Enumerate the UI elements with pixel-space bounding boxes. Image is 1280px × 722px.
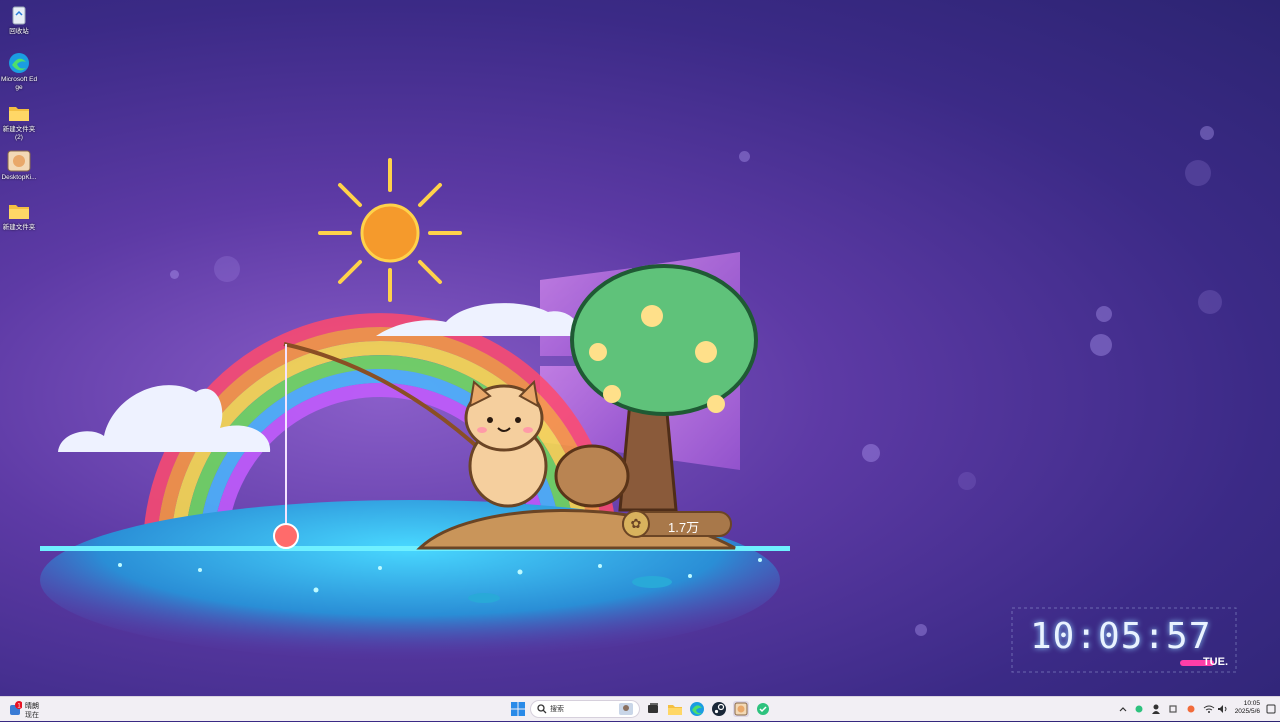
- bobber-graphic: [273, 523, 299, 549]
- task-view-button[interactable]: [645, 701, 661, 717]
- desktop-icon-label: DesktopKi...: [1, 174, 37, 181]
- tray-clock[interactable]: 10:05 2025/5/6: [1232, 700, 1260, 716]
- basket-graphic: [554, 444, 630, 508]
- tray-icon-3[interactable]: [1167, 701, 1179, 717]
- desktop-icon-label: Microsoft Edge: [0, 76, 38, 91]
- desktop-icon-label: 新建文件夹: [2, 224, 36, 231]
- search-highlight-icon: [619, 703, 633, 715]
- start-button[interactable]: [510, 701, 526, 717]
- weather-subtext: 现在: [25, 712, 39, 719]
- notification-icon: [1266, 704, 1276, 714]
- taskbar-app-green[interactable]: [755, 701, 771, 717]
- desktop-icon-new-folder-2[interactable]: 新建文件夹 (2): [0, 102, 38, 142]
- weather-icon: 1: [10, 701, 22, 715]
- tray-time: 10:05: [1243, 700, 1260, 707]
- edge-icon: [690, 702, 704, 716]
- coin-counter-badge[interactable]: ✿ 1.7万: [622, 510, 732, 538]
- person-icon: [1152, 704, 1160, 714]
- taskbar-steam[interactable]: [711, 701, 727, 717]
- taskbar-file-explorer[interactable]: [667, 701, 683, 717]
- wifi-icon: [1203, 705, 1215, 713]
- wifi-button[interactable]: [1203, 701, 1215, 717]
- edge-icon: [7, 52, 31, 74]
- search-icon: [537, 704, 547, 714]
- clock-day: TUE.: [1202, 656, 1228, 668]
- tray-icon-4[interactable]: [1185, 701, 1197, 717]
- desktop-icon-label: 回收站: [9, 28, 29, 35]
- taskbar: 1 晴朗 现在 搜索 10:05 2025/5/6: [0, 696, 1280, 721]
- clock-time: 10:05:57: [1030, 616, 1212, 657]
- clock-widget: 10:05:57 TUE.: [1008, 604, 1240, 676]
- wallpaper-illustration: [40, 158, 790, 660]
- taskbar-search-box[interactable]: 搜索: [530, 700, 640, 718]
- cat-graphic: [464, 379, 548, 508]
- puzzle-icon: [1169, 705, 1177, 713]
- chevron-up-icon: [1119, 707, 1127, 712]
- volume-icon: [1218, 705, 1227, 713]
- cat-app-icon: [734, 702, 748, 716]
- paw-icon: ✿: [622, 510, 650, 538]
- file-explorer-icon: [668, 705, 682, 715]
- steam-icon: [712, 702, 726, 716]
- desktop-icon-edge[interactable]: Microsoft Edge: [0, 52, 38, 92]
- tray-overflow-button[interactable]: [1118, 701, 1128, 717]
- tray-icon-1[interactable]: [1133, 701, 1145, 717]
- task-view-icon: [648, 703, 658, 713]
- volume-button[interactable]: [1216, 701, 1228, 717]
- desktop: 回收站 Microsoft Edge 新建文件夹 (2) DesktopKi..…: [0, 0, 1280, 696]
- desktop-icon-recycle-bin[interactable]: 回收站: [0, 4, 38, 36]
- orange-app-icon: [1187, 705, 1195, 713]
- tray-icon-2[interactable]: [1150, 701, 1162, 717]
- folder-icon: [7, 200, 31, 222]
- search-placeholder: 搜索: [550, 706, 564, 713]
- coin-count: 1.7万: [668, 520, 700, 535]
- recycle-bin-icon: [7, 4, 31, 26]
- desktop-icon-label: 新建文件夹 (2): [2, 126, 36, 141]
- taskbar-edge[interactable]: [689, 701, 705, 717]
- desktop-icon-desktopki[interactable]: DesktopKi...: [0, 150, 38, 182]
- app-icon: [7, 150, 31, 172]
- desktop-icon-new-folder[interactable]: 新建文件夹: [0, 200, 38, 232]
- windows-start-icon: [511, 702, 525, 716]
- green-app-icon: [757, 703, 769, 715]
- sun-graphic: [318, 158, 462, 302]
- taskbar-desktopki[interactable]: [733, 701, 749, 717]
- folder-icon: [7, 102, 31, 124]
- green-leaf-icon: [1135, 705, 1143, 713]
- tray-date: 2025/5/6: [1234, 708, 1260, 715]
- notification-button[interactable]: [1265, 701, 1277, 717]
